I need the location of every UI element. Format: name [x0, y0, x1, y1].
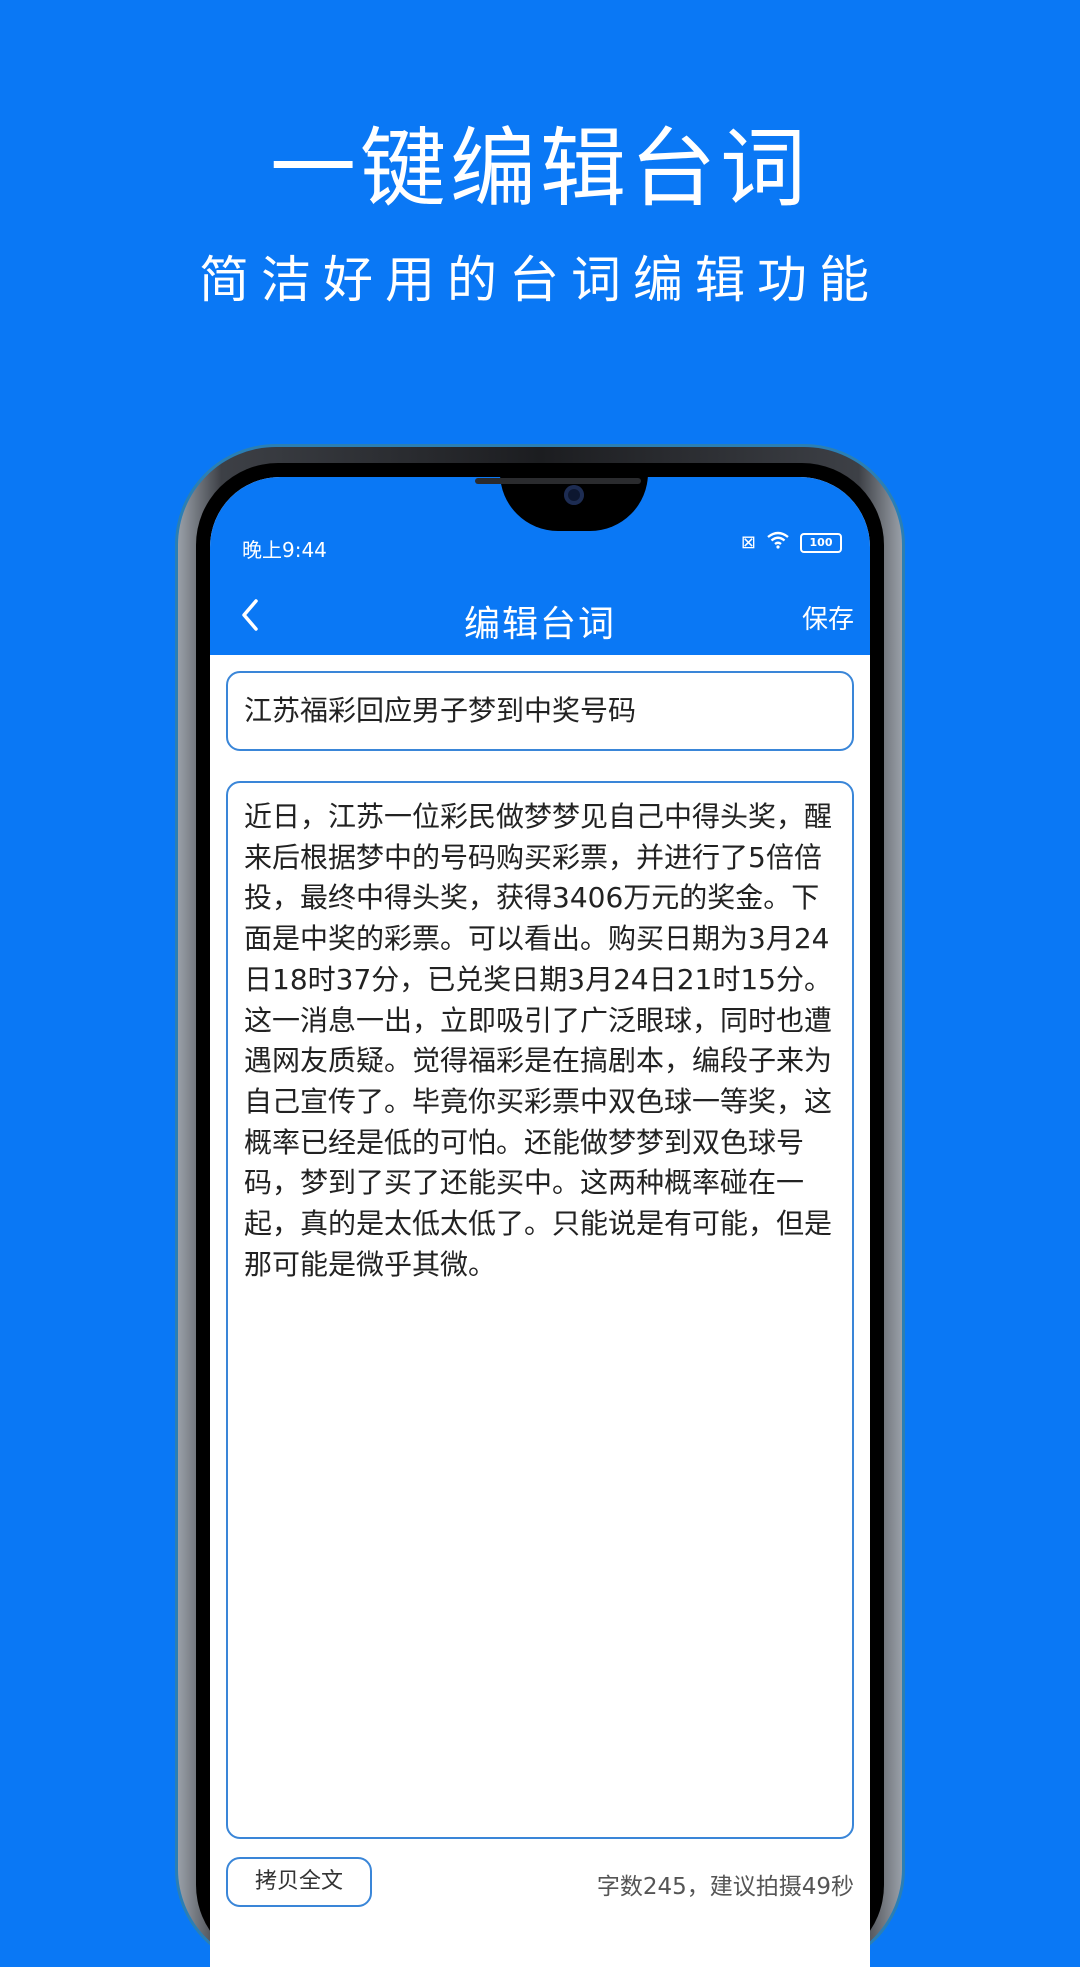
promo-title: 一键编辑台词	[270, 119, 810, 219]
page-title: 编辑台词	[463, 604, 616, 645]
navbar: 编辑台词 保存	[210, 577, 870, 655]
status-icons: ⊠ 100	[741, 531, 842, 554]
phone-bezel: 晚上9:44 ⊠ 100 编辑台词 保存 江苏福彩回应男子梦到中奖号码 近日，江…	[196, 463, 884, 1967]
word-count-text: 字数245，建议拍摄49秒	[596, 1874, 854, 1900]
script-body-textarea[interactable]: 近日，江苏一位彩民做梦梦见自己中得头奖，醒来后根据梦中的号码购买彩票，并进行了5…	[226, 781, 854, 1839]
speaker-grille	[475, 478, 641, 484]
save-button[interactable]: 保存	[802, 599, 854, 636]
promo-subtitle: 简洁好用的台词编辑功能	[199, 251, 881, 309]
copy-all-button[interactable]: 拷贝全文	[226, 1857, 372, 1907]
phone-frame: 晚上9:44 ⊠ 100 编辑台词 保存 江苏福彩回应男子梦到中奖号码 近日，江…	[178, 447, 902, 1967]
front-camera-icon	[564, 485, 584, 505]
sim-x-icon: ⊠	[740, 532, 756, 553]
wifi-icon	[766, 531, 790, 554]
phone-screen: 晚上9:44 ⊠ 100 编辑台词 保存 江苏福彩回应男子梦到中奖号码 近日，江…	[210, 477, 870, 1967]
status-time: 晚上9:44	[242, 538, 327, 562]
battery-icon: 100	[800, 532, 842, 553]
title-input[interactable]: 江苏福彩回应男子梦到中奖号码	[226, 671, 854, 751]
